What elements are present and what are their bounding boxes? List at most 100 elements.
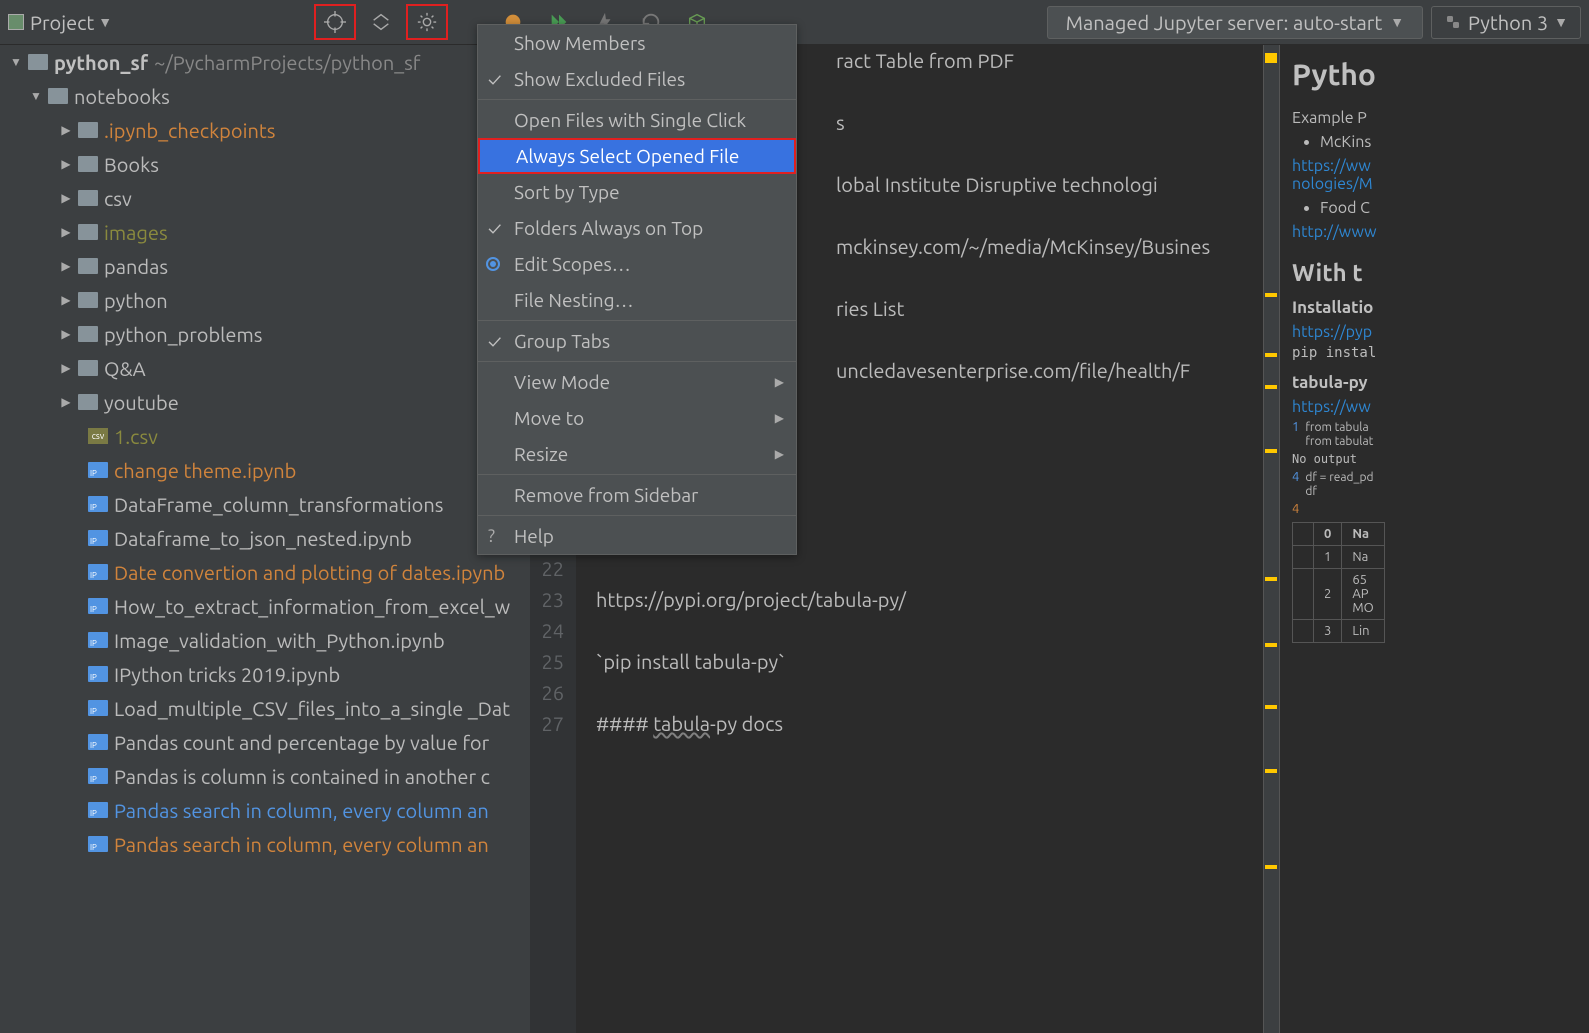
menu-label: Sort by Type <box>514 181 620 203</box>
tree-folder[interactable]: ▶ python <box>0 283 530 317</box>
code-line[interactable]: 27#### tabula-py docs <box>530 708 1279 739</box>
chevron-icon: ▶ <box>58 157 74 171</box>
collapse-all-button[interactable] <box>360 4 402 40</box>
menu-item[interactable]: Edit Scopes… <box>478 246 796 282</box>
marker[interactable] <box>1265 577 1277 581</box>
marker[interactable] <box>1265 865 1277 869</box>
file-label: Pandas count and percentage by value for <box>114 731 489 754</box>
notebook-icon <box>88 496 108 512</box>
folder-icon <box>78 394 98 410</box>
tree-folder[interactable]: ▶ images <box>0 215 530 249</box>
tree-file[interactable]: IPython tricks 2019.ipynb <box>0 657 530 691</box>
folder-label: pandas <box>104 255 168 278</box>
project-dropdown-arrow[interactable]: ▼ <box>98 14 112 30</box>
folder-icon <box>78 258 98 274</box>
marker[interactable] <box>1265 53 1277 63</box>
folder-label: python <box>104 289 168 312</box>
preview-link[interactable]: http://www <box>1292 223 1377 241</box>
menu-item[interactable]: ✓Folders Always on Top <box>478 210 796 246</box>
tree-file[interactable]: How_to_extract_information_from_excel_w <box>0 589 530 623</box>
tree-file[interactable]: change theme.ipynb <box>0 453 530 487</box>
marker[interactable] <box>1265 643 1277 647</box>
radio-icon <box>486 257 500 271</box>
code-line[interactable]: 24 <box>530 615 1279 646</box>
menu-item[interactable]: File Nesting… <box>478 282 796 318</box>
marker[interactable] <box>1265 449 1277 453</box>
settings-button[interactable] <box>406 4 448 40</box>
menu-item[interactable]: Show Members <box>478 25 796 61</box>
menu-item[interactable]: ✓Group Tabs <box>478 323 796 359</box>
project-tree[interactable]: ▼ python_sf ~/PycharmProjects/python_sf … <box>0 45 530 1033</box>
chevron-icon: ▶ <box>58 361 74 375</box>
preview-link[interactable]: https://pyp <box>1292 323 1372 341</box>
marker-strip[interactable] <box>1263 45 1279 1033</box>
settings-context-menu[interactable]: Show Members✓Show Excluded Files Open Fil… <box>477 24 797 555</box>
menu-label: Edit Scopes… <box>514 253 631 275</box>
tree-file[interactable]: Pandas is column is contained in another… <box>0 759 530 793</box>
menu-item[interactable]: Move to▶ <box>478 400 796 436</box>
chevron-down-icon: ▼ <box>8 55 24 69</box>
folder-icon <box>78 360 98 376</box>
code-line[interactable]: 22 <box>530 553 1279 584</box>
no-output-label: No output <box>1292 452 1577 466</box>
preview-panel[interactable]: Pytho Example P McKins https://wwnologie… <box>1279 45 1589 1033</box>
folder-label: images <box>104 221 168 244</box>
cell-in-num: 1 <box>1292 420 1299 434</box>
tree-folder[interactable]: ▶Q&A <box>0 351 530 385</box>
menu-item[interactable]: View Mode▶ <box>478 364 796 400</box>
menu-item[interactable]: Resize▶ <box>478 436 796 472</box>
cell-code: from tabulafrom tabulat <box>1305 420 1373 448</box>
locate-target-button[interactable] <box>314 4 356 40</box>
preview-link[interactable]: https://ww <box>1292 398 1371 416</box>
tree-folder[interactable]: ▶.ipynb_checkpoints <box>0 113 530 147</box>
marker[interactable] <box>1265 769 1277 773</box>
menu-item[interactable]: Open Files with Single Click <box>478 102 796 138</box>
notebook-icon <box>88 598 108 614</box>
chevron-icon: ▶ <box>58 225 74 239</box>
tree-file[interactable]: DataFrame_column_transformations <box>0 487 530 521</box>
marker[interactable] <box>1265 385 1277 389</box>
tree-folder[interactable]: ▶youtube <box>0 385 530 419</box>
tree-folder[interactable]: ▶pandas <box>0 249 530 283</box>
line-number: 22 <box>530 557 576 580</box>
menu-separator <box>478 361 796 362</box>
marker[interactable] <box>1265 353 1277 357</box>
tree-file[interactable]: Pandas search in column, every column an <box>0 827 530 861</box>
preview-link[interactable]: https://wwnologies/M <box>1292 157 1373 193</box>
code-line[interactable]: 26 <box>530 677 1279 708</box>
python-interpreter-select[interactable]: Python 3 ▼ <box>1431 6 1581 39</box>
menu-item[interactable]: Always Select Opened File <box>478 138 796 174</box>
folder-icon <box>78 224 98 240</box>
chevron-icon: ▶ <box>58 293 74 307</box>
tree-root[interactable]: ▼ python_sf ~/PycharmProjects/python_sf <box>0 45 530 79</box>
code-line[interactable]: 23https://pypi.org/project/tabula-py/ <box>530 584 1279 615</box>
menu-item[interactable]: ?Help <box>478 518 796 554</box>
chevron-icon: ▶ <box>58 191 74 205</box>
notebook-icon <box>88 564 108 580</box>
file-label: Pandas search in column, every column an <box>114 799 489 822</box>
tree-file[interactable]: Load_multiple_CSV_files_into_a_single _D… <box>0 691 530 725</box>
project-label[interactable]: Project <box>30 11 94 34</box>
chevron-icon: ▶ <box>58 123 74 137</box>
menu-item[interactable]: Remove from Sidebar <box>478 477 796 513</box>
tree-file[interactable]: csv1.csv <box>0 419 530 453</box>
file-label: IPython tricks 2019.ipynb <box>114 663 340 686</box>
menu-item[interactable]: Sort by Type <box>478 174 796 210</box>
tree-folder[interactable]: ▶csv <box>0 181 530 215</box>
preview-h4: tabula-py <box>1292 373 1577 392</box>
marker[interactable] <box>1265 293 1277 297</box>
tree-file[interactable]: Dataframe_to_json_nested.ipynb <box>0 521 530 555</box>
tree-file[interactable]: Image_validation_with_Python.ipynb <box>0 623 530 657</box>
tree-file[interactable]: Pandas count and percentage by value for <box>0 725 530 759</box>
tree-folder[interactable]: ▶Books <box>0 147 530 181</box>
marker[interactable] <box>1265 705 1277 709</box>
menu-label: Remove from Sidebar <box>514 484 698 506</box>
tree-file[interactable]: Pandas search in column, every column an <box>0 793 530 827</box>
code-line[interactable]: 25`pip install tabula-py` <box>530 646 1279 677</box>
menu-item[interactable]: ✓Show Excluded Files <box>478 61 796 97</box>
chevron-right-icon: ▶ <box>775 375 784 389</box>
tree-folder[interactable]: ▶python_problems <box>0 317 530 351</box>
tree-folder[interactable]: ▼notebooks <box>0 79 530 113</box>
tree-file[interactable]: Date convertion and plotting of dates.ip… <box>0 555 530 589</box>
jupyter-server-select[interactable]: Managed Jupyter server: auto-start ▼ <box>1047 6 1423 39</box>
